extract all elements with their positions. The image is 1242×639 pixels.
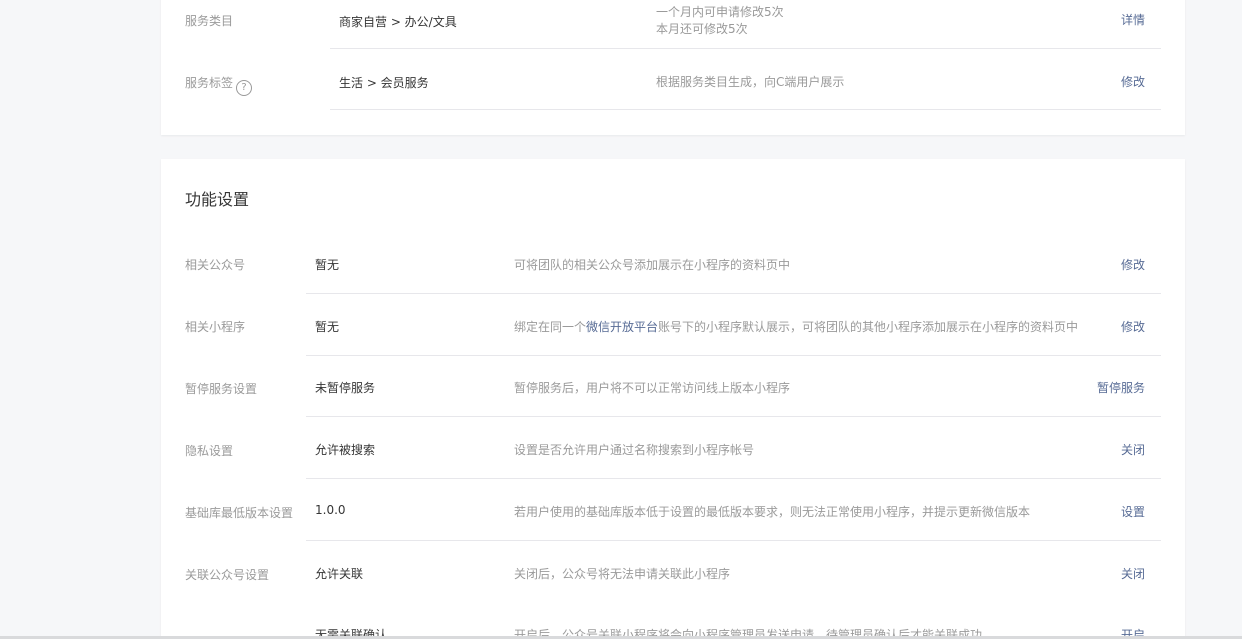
row-divider bbox=[330, 48, 1161, 49]
row-value: 未暂停服务 bbox=[315, 381, 376, 395]
row-desc: 可将团队的相关公众号添加展示在小程序的资料页中 bbox=[514, 258, 791, 272]
row-value: 允许被搜索 bbox=[315, 443, 376, 457]
row-divider bbox=[306, 416, 1161, 417]
help-icon[interactable]: ? bbox=[236, 80, 253, 96]
row-divider bbox=[306, 293, 1161, 294]
row-value: 允许关联 bbox=[315, 567, 364, 581]
row-desc: 暂停服务后，用户将不可以正常访问线上版本小程序 bbox=[514, 381, 791, 395]
settings-page: 服务类目 商家自营 > 办公/文具 一个月内可申请修改5次 本月还可修改5次 详… bbox=[0, 0, 1242, 639]
modify-related-mini-program-link[interactable]: 修改 bbox=[1121, 318, 1145, 335]
row-divider bbox=[330, 109, 1161, 110]
row-label: 关联公众号设置 bbox=[185, 568, 270, 582]
section-title: 功能设置 bbox=[185, 190, 250, 209]
row-desc: 绑定在同一个微信开放平台账号下的小程序默认展示，可将团队的其他小程序添加展示在小… bbox=[514, 318, 1078, 335]
row-value: 暂无 bbox=[315, 258, 340, 272]
row-divider bbox=[306, 355, 1161, 356]
modify-related-official-account-link[interactable]: 修改 bbox=[1121, 256, 1145, 273]
row-desc: 关闭后，公众号将无法申请关联此小程序 bbox=[514, 567, 731, 581]
service-tag-modify-link[interactable]: 修改 bbox=[1121, 73, 1145, 90]
row-label: 基础库最低版本设置 bbox=[185, 506, 294, 520]
basic-info-card: 服务类目 商家自营 > 办公/文具 一个月内可申请修改5次 本月还可修改5次 详… bbox=[161, 0, 1185, 135]
service-category-label: 服务类目 bbox=[185, 14, 234, 28]
function-settings-card: 功能设置 相关公众号 暂无 可将团队的相关公众号添加展示在小程序的资料页中 修改… bbox=[161, 159, 1185, 639]
row-value: 暂无 bbox=[315, 320, 340, 334]
privacy-close-link[interactable]: 关闭 bbox=[1121, 441, 1145, 458]
row-label: 相关公众号 bbox=[185, 258, 246, 272]
row-label: 暂停服务设置 bbox=[185, 382, 258, 396]
row-desc-prefix: 绑定在同一个 bbox=[514, 320, 587, 334]
row-label: 隐私设置 bbox=[185, 444, 234, 458]
min-library-version-set-link[interactable]: 设置 bbox=[1121, 503, 1145, 520]
row-desc: 设置是否允许用户通过名称搜索到小程序帐号 bbox=[514, 443, 755, 457]
row-label: 相关小程序 bbox=[185, 320, 246, 334]
service-tag-desc: 根据服务类目生成，向C端用户展示 bbox=[656, 75, 845, 89]
row-value: 1.0.0 bbox=[315, 503, 346, 517]
wechat-open-platform-link[interactable]: 微信开放平台 bbox=[586, 320, 658, 334]
service-category-desc-line1: 一个月内可申请修改5次 bbox=[656, 5, 784, 19]
row-desc: 若用户使用的基础库版本低于设置的最低版本要求，则无法正常使用小程序，并提示更新微… bbox=[514, 505, 1031, 519]
service-category-value: 商家自营 > 办公/文具 bbox=[339, 15, 457, 29]
row-desc-suffix: 账号下的小程序默认展示，可将团队的其他小程序添加展示在小程序的资料页中 bbox=[658, 320, 1079, 334]
service-category-desc-line2: 本月还可修改5次 bbox=[656, 22, 748, 36]
service-tag-value: 生活 > 会员服务 bbox=[339, 76, 429, 90]
linked-official-account-close-link[interactable]: 关闭 bbox=[1121, 565, 1145, 582]
service-tag-label: 服务标签 bbox=[185, 76, 234, 90]
service-category-details-link[interactable]: 详情 bbox=[1121, 11, 1145, 28]
pause-service-button[interactable]: 暂停服务 bbox=[1097, 379, 1145, 396]
service-tag-label-wrap: 服务标签? bbox=[185, 74, 253, 96]
row-divider bbox=[306, 478, 1161, 479]
row-divider bbox=[306, 540, 1161, 541]
